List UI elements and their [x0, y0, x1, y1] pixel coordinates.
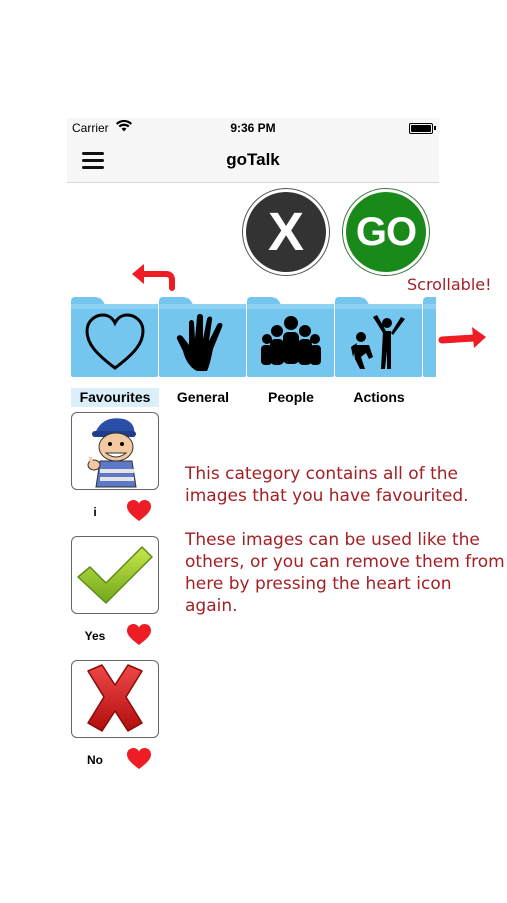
image-label-i: i — [93, 505, 97, 519]
tab-actions[interactable]: Actions — [335, 388, 423, 407]
red-x-image — [87, 664, 143, 732]
scrollable-annotation: Scrollable! — [407, 275, 492, 294]
tab-general[interactable]: General — [159, 388, 247, 407]
green-checkmark-image — [77, 546, 153, 604]
image-card-yes[interactable] — [71, 536, 159, 614]
tab-favourites[interactable]: Favourites — [71, 388, 159, 407]
image-card-i[interactable] — [71, 412, 159, 490]
image-label-yes: Yes — [84, 629, 106, 643]
category-folder-partial[interactable] — [423, 297, 436, 377]
category-folder-favourites[interactable] — [71, 297, 159, 377]
category-folder-actions[interactable] — [335, 297, 423, 377]
people-group-icon — [261, 316, 321, 365]
heart-icon[interactable] — [127, 500, 151, 522]
go-button-label: GO — [346, 192, 426, 272]
clear-button[interactable]: X — [242, 188, 330, 276]
tab-people[interactable]: People — [247, 388, 335, 407]
category-scroller[interactable] — [71, 297, 436, 379]
image-card-no[interactable] — [71, 660, 159, 738]
category-folder-general[interactable] — [159, 297, 247, 377]
nav-bar: goTalk — [67, 138, 439, 183]
heart-icon[interactable] — [127, 748, 151, 770]
actions-figures-icon — [351, 315, 405, 369]
boy-pointing-self-image — [87, 418, 137, 488]
category-labels: Favourites General People Actions — [71, 388, 436, 408]
clock: 9:36 PM — [230, 121, 276, 135]
image-label-no: No — [87, 753, 103, 767]
description-paragraph-1: This category contains all of the images… — [185, 464, 469, 506]
battery-icon — [409, 123, 436, 134]
description-paragraph-2: These images can be used like the others… — [185, 530, 505, 616]
favourites-description: This category contains all of the images… — [185, 463, 505, 639]
scroll-left-arrow-icon — [132, 264, 175, 291]
hand-icon — [176, 314, 223, 371]
scroll-right-arrow-icon — [438, 327, 486, 348]
clear-button-label: X — [246, 192, 326, 272]
heart-outline-icon — [85, 313, 145, 370]
go-button[interactable]: GO — [342, 188, 430, 276]
heart-icon[interactable] — [127, 624, 151, 646]
page-title: goTalk — [226, 150, 280, 169]
category-folder-people[interactable] — [247, 297, 335, 377]
status-bar: Carrier 9:36 PM — [67, 118, 439, 138]
